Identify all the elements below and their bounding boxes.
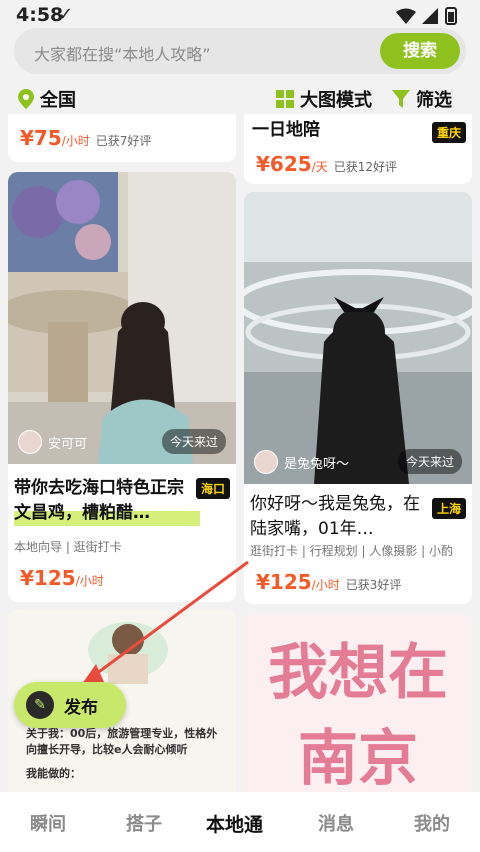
listing-card[interactable]: 我想在 南京 bbox=[244, 614, 472, 792]
listing-tags: 本地向导 | 逛街打卡 bbox=[14, 540, 122, 554]
listing-card[interactable]: 一日地陪 重庆 ¥625 /天 已获12好评 bbox=[244, 114, 472, 184]
listing-title: 带你去吃海口特色正宗文昌鸡，槽粕醋… bbox=[14, 476, 200, 526]
tab-profile[interactable]: 我的 bbox=[414, 810, 450, 836]
publish-label: 发布 bbox=[64, 697, 98, 718]
price-value: ¥75 bbox=[20, 126, 62, 150]
listing-title: 你好呀～我是兔兔，在陆家嘴，01年… bbox=[250, 494, 420, 539]
tab-local-guide[interactable]: 本地通 bbox=[206, 810, 263, 837]
listing-photo: 是兔兔呀～ 今天来过 bbox=[244, 192, 472, 484]
search-bar[interactable]: 大家都在搜“本地人攻略” 搜索 bbox=[14, 28, 466, 74]
user-chip: 安可可 bbox=[18, 430, 87, 454]
status-bar: 4:58 ✓ bbox=[0, 0, 480, 30]
listing-tags: 逛街打卡 | 行程规划 | 人像摄影 | 小酌 bbox=[250, 544, 454, 558]
tab-messages[interactable]: 消息 bbox=[318, 810, 354, 836]
price-value: ¥125 bbox=[20, 566, 76, 590]
status-icons bbox=[396, 7, 457, 25]
city-badge: 上海 bbox=[431, 498, 466, 519]
price-value: ¥625 bbox=[256, 152, 312, 176]
listing-title: 一日地陪 bbox=[252, 120, 320, 140]
view-mode-toggle[interactable]: 大图模式 bbox=[276, 86, 372, 112]
tab-partners[interactable]: 搭子 bbox=[126, 810, 162, 836]
listing-card[interactable]: 安可可 今天来过 带你去吃海口特色正宗文昌鸡，槽粕醋… 海口 本地向导 | 逛街… bbox=[8, 172, 236, 602]
pencil-icon: ✎ bbox=[26, 691, 54, 719]
funnel-icon bbox=[392, 90, 410, 108]
price-unit: /小时 bbox=[61, 134, 90, 148]
price-unit: /天 bbox=[311, 160, 328, 174]
filter-label: 筛选 bbox=[416, 90, 452, 111]
location-pin-icon bbox=[18, 89, 34, 109]
listing-photo: 安可可 今天来过 bbox=[8, 172, 236, 464]
poster-text: 我想在 bbox=[268, 638, 448, 708]
reviews-count: 已获3好评 bbox=[345, 578, 402, 592]
poster-text: 南京 bbox=[298, 724, 418, 792]
view-mode-label: 大图模式 bbox=[300, 90, 372, 111]
city-badge: 重庆 bbox=[431, 122, 466, 143]
bottom-tab-bar: 瞬间 搭子 本地通 消息 我的 bbox=[0, 792, 480, 852]
user-name: 安可可 bbox=[48, 436, 88, 452]
publish-button[interactable]: ✎ 发布 bbox=[14, 682, 126, 728]
price-value: ¥125 bbox=[256, 570, 312, 594]
photo-girl-mirror-room bbox=[244, 192, 472, 484]
reviews-count: 已获7好评 bbox=[95, 134, 152, 148]
download-check-icon: ✓ bbox=[58, 4, 74, 25]
recent-visit-badge: 今天来过 bbox=[397, 449, 462, 474]
profile-text: 关于我：00后，旅游管理专业，性格外向擅长开导，比较e人会耐心倾听 我能做的： bbox=[26, 726, 222, 782]
location-selector[interactable]: 全国 bbox=[18, 86, 76, 112]
listing-card[interactable]: ¥75 /小时 已获7好评 bbox=[8, 114, 236, 162]
location-label: 全国 bbox=[40, 90, 76, 111]
profile-line: 我能做的： bbox=[26, 767, 81, 780]
photo-girl-table bbox=[8, 172, 236, 464]
search-button[interactable]: 搜索 bbox=[380, 33, 460, 69]
avatar bbox=[254, 450, 278, 474]
wifi-icon bbox=[396, 8, 416, 24]
user-chip: 是兔兔呀～ bbox=[254, 450, 349, 474]
reviews-count: 已获12好评 bbox=[333, 160, 397, 174]
profile-line: 关于我：00后，旅游管理专业，性格外向擅长开导，比较e人会耐心倾听 bbox=[26, 727, 218, 756]
grid-icon bbox=[276, 90, 294, 108]
filter-button[interactable]: 筛选 bbox=[392, 86, 452, 112]
user-name: 是兔兔呀～ bbox=[284, 456, 350, 472]
avatar bbox=[18, 430, 42, 454]
city-badge: 海口 bbox=[195, 478, 230, 499]
listing-card[interactable]: 是兔兔呀～ 今天来过 你好呀～我是兔兔，在陆家嘴，01年… 上海 逛街打卡 | … bbox=[244, 192, 472, 604]
tab-moments[interactable]: 瞬间 bbox=[30, 810, 66, 836]
price-unit: /小时 bbox=[75, 574, 104, 588]
status-time: 4:58 bbox=[16, 4, 64, 26]
filter-bar: 全国 大图模式 筛选 bbox=[0, 80, 480, 114]
signal-icon bbox=[422, 8, 438, 24]
price-unit: /小时 bbox=[311, 578, 340, 592]
recent-visit-badge: 今天来过 bbox=[161, 429, 226, 454]
search-input[interactable]: 大家都在搜“本地人攻略” bbox=[34, 41, 211, 65]
